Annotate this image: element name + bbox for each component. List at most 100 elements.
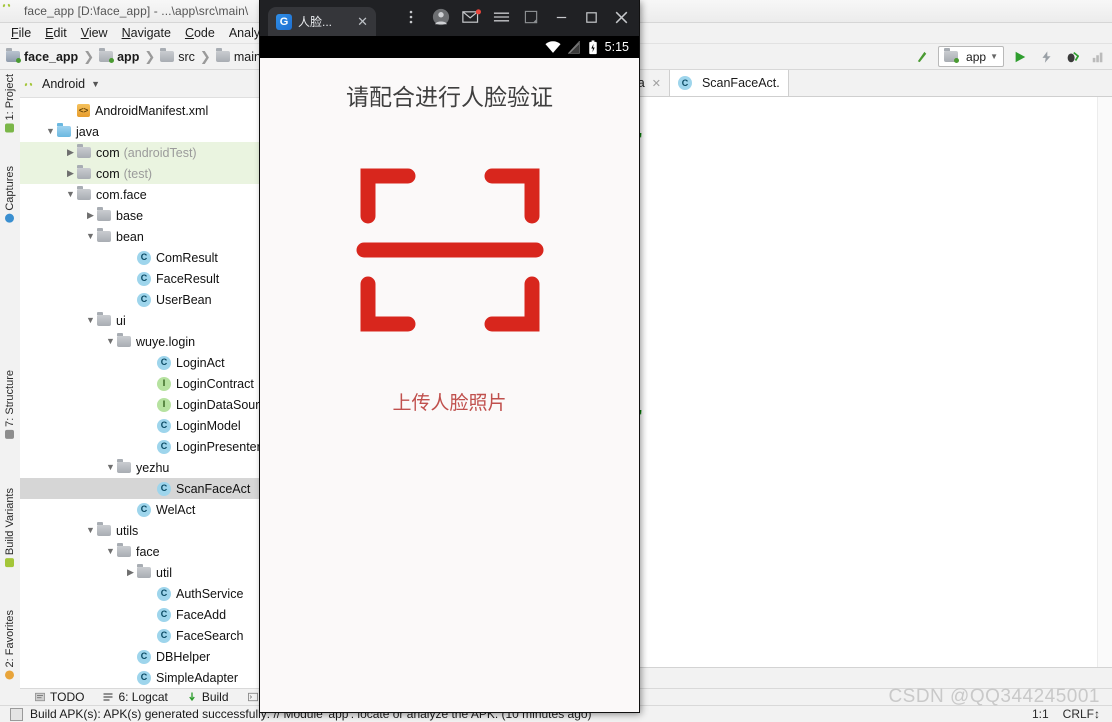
tool-window-todo[interactable]: TODO [34,690,84,704]
interface-icon: I [157,397,171,412]
breadcrumb-item-src[interactable]: src [160,48,195,64]
device-status-bar: 5:15 [260,36,639,58]
chevron-down-icon[interactable]: ▼ [84,526,97,535]
tree-item[interactable]: C DBHelper [20,646,260,667]
chevron-down-icon[interactable]: ▼ [104,337,117,346]
tree-item-label: com [96,166,120,181]
tool-window-project[interactable]: 1: Project [0,74,20,133]
chevron-down-icon[interactable]: ▼ [44,127,57,136]
tree-item[interactable]: ▼ wuye.login [20,331,260,352]
chevron-down-icon[interactable]: ▼ [104,463,117,472]
structure-icon [5,429,15,439]
xml-file-icon: <> [77,104,90,117]
tree-item[interactable]: ▶ base [20,205,260,226]
tree-item[interactable]: C LoginAct [20,352,260,373]
tree-item[interactable]: C ComResult [20,247,260,268]
tree-item[interactable]: ▶ com (test) [20,163,260,184]
mail-icon[interactable] [457,4,485,30]
account-icon[interactable] [427,4,455,30]
menu-edit[interactable]: Edit [38,24,74,42]
tree-item[interactable]: I LoginDataSource [20,394,260,415]
tree-item[interactable]: C WelAct [20,499,260,520]
project-view-selector[interactable]: Android ▼ [20,70,260,98]
tree-item[interactable]: ▶ util [20,562,260,583]
tree-item[interactable]: C LoginPresenter [20,436,260,457]
tree-item[interactable]: ▼ java [20,121,260,142]
project-tree[interactable]: <> AndroidManifest.xml ▼ java ▶ com (androidTe… [20,98,260,688]
run-icon[interactable] [1010,47,1030,67]
favorites-star-icon [5,670,15,680]
run-config-label: app [966,49,987,64]
tree-item[interactable]: ▼ ui [20,310,260,331]
scan-frame-image[interactable] [346,146,554,354]
minimize-icon[interactable] [547,4,575,30]
profile-icon[interactable] [1088,47,1108,67]
menu-navigate[interactable]: Navigate [115,24,178,42]
breadcrumb-item-main[interactable]: main [215,48,261,64]
tool-window-structure[interactable]: 7: Structure [0,370,20,439]
tree-item[interactable]: ▼ face [20,541,260,562]
caret-position[interactable]: 1:1 [1032,707,1049,721]
hamburger-icon[interactable] [487,4,515,30]
menu-view[interactable]: View [74,24,115,42]
chevron-down-icon[interactable]: ▼ [104,547,117,556]
back-arrow-icon[interactable] [912,47,932,67]
tree-item[interactable]: I LoginContract [20,373,260,394]
tree-item[interactable]: ▼ bean [20,226,260,247]
menu-code[interactable]: Code [178,24,222,42]
chevron-down-icon: ▼ [91,78,101,89]
menu-file[interactable]: File [4,24,38,42]
status-checkbox-icon[interactable] [10,707,23,721]
tool-window-captures[interactable]: Captures [0,166,20,223]
chevron-right-icon[interactable]: ▶ [64,169,77,178]
close-tab-icon[interactable]: ✕ [652,77,661,90]
line-separator[interactable]: CRLF↕ [1063,707,1100,721]
debug-icon[interactable] [1062,47,1082,67]
battery-charging-icon [588,39,597,54]
run-configuration-selector[interactable]: app ▼ [938,46,1004,67]
tree-item[interactable]: ▼ com.face [20,184,260,205]
tree-item[interactable]: ▼ utils [20,520,260,541]
folder-icon [97,228,111,242]
menu-dots-icon[interactable] [397,4,425,30]
maximize-icon[interactable] [577,4,605,30]
editor-tab[interactable]: C ScanFaceAct. [669,70,789,96]
chevron-right-icon[interactable]: ▶ [84,211,97,220]
emulator-window[interactable]: G 人脸... ✕ 5:15 请配合进行人脸验证 上传人脸照片 [260,0,639,712]
tree-item[interactable]: C UserBean [20,289,260,310]
tree-item[interactable]: C LoginModel [20,415,260,436]
editor-scrollbar[interactable] [1097,97,1112,668]
restore-icon[interactable] [517,4,545,30]
tree-item-label: base [116,208,144,223]
tree-item[interactable]: C SimpleAdapter [20,667,260,688]
tree-item[interactable]: <> AndroidManifest.xml [20,100,260,121]
tool-window-build-variants[interactable]: Build Variants [0,488,20,568]
apply-changes-icon[interactable] [1036,47,1056,67]
chevron-down-icon[interactable]: ▼ [64,190,77,199]
emulator-window-controls [397,4,635,30]
breadcrumb-item-app[interactable]: app [99,48,139,64]
tool-window-logcat[interactable]: 6: Logcat [102,690,168,704]
emulator-tab[interactable]: G 人脸... ✕ [268,7,376,36]
tree-item[interactable]: C FaceResult [20,268,260,289]
window-title: face_app [D:\face_app] - ...\app\src\mai… [24,4,249,18]
breadcrumb-item-project[interactable]: face_app [6,48,78,64]
tree-item[interactable]: C AuthService [20,583,260,604]
tool-window-build[interactable]: Build [186,690,229,704]
tool-window-favorites[interactable]: 2: Favorites [0,610,20,680]
tree-item[interactable]: ▼ yezhu [20,457,260,478]
close-icon[interactable]: ✕ [357,14,368,30]
close-icon[interactable] [607,4,635,30]
left-tool-window-strip: 1: Project Captures 7: Structure Build V… [0,70,21,688]
class-icon: C [137,250,151,265]
tree-item[interactable]: ▶ com (androidTest) [20,142,260,163]
tree-item[interactable]: C FaceSearch [20,625,260,646]
tree-item[interactable]: C ScanFaceAct [20,478,260,499]
folder-icon [117,543,131,557]
chevron-down-icon[interactable]: ▼ [84,232,97,241]
chevron-down-icon[interactable]: ▼ [84,316,97,325]
chevron-right-icon[interactable]: ▶ [124,568,137,577]
tree-item[interactable]: C FaceAdd [20,604,260,625]
wifi-icon [545,40,561,53]
chevron-right-icon[interactable]: ▶ [64,148,77,157]
